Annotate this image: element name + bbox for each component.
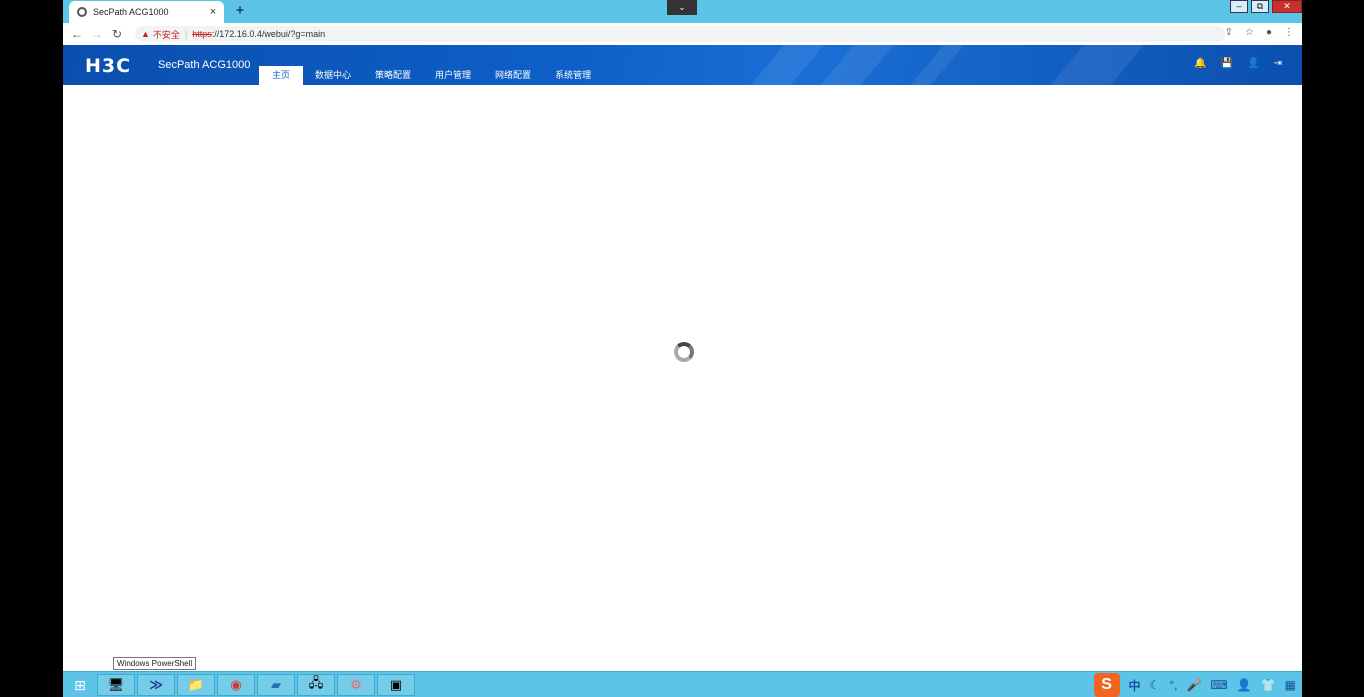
browser-tab-strip: SecPath ACG1000 × + ⌄ – ⧉ ✕ — [63, 0, 1302, 23]
taskbar-tooltip: Windows PowerShell — [113, 657, 197, 670]
globe-icon — [77, 7, 87, 17]
start-button[interactable]: ⊞ — [67, 674, 93, 696]
header-decoration — [893, 45, 973, 85]
remote-desktop-icon[interactable]: 🖧 — [297, 674, 335, 696]
header-actions: 🔔 💾 👤 ⇥ — [1194, 58, 1282, 69]
close-window-button[interactable]: ✕ — [1272, 0, 1302, 13]
bell-icon[interactable]: 🔔 — [1194, 58, 1206, 69]
tab-network-config[interactable]: 网络配置 — [483, 66, 543, 85]
shirt-icon[interactable]: 👕 — [1261, 678, 1276, 692]
main-nav: 主页 数据中心 策略配置 用户管理 网络配置 系统管理 — [259, 66, 603, 85]
h3c-logo: H3C — [85, 55, 132, 77]
tab-policy-config[interactable]: 策略配置 — [363, 66, 423, 85]
app-window-icon[interactable]: ▣ — [377, 674, 415, 696]
keyboard-icon[interactable]: ⌨ — [1210, 678, 1227, 692]
taskbar: ⊞ 🖥 ≫ 📁 ◉ ▰ 🖧 ⚙ ▣ S 中 ☾ °, 🎤 ⌨ 👤 👕 ▦ — [63, 671, 1302, 697]
toolbar-actions: ⇪ ☆ ● ⋮ — [1225, 27, 1294, 38]
logout-icon[interactable]: ⇥ — [1274, 58, 1282, 69]
chinese-input-icon[interactable]: 中 — [1129, 677, 1141, 694]
settings-app-icon[interactable]: ⚙ — [337, 674, 375, 696]
url-text: ://172.16.0.4/webui/?g=main — [211, 29, 326, 39]
user-tray-icon[interactable]: 👤 — [1237, 678, 1252, 692]
new-tab-button[interactable]: + — [231, 2, 249, 20]
chrome-icon[interactable]: ◉ — [217, 674, 255, 696]
grid-icon[interactable]: ▦ — [1285, 678, 1296, 692]
insecure-label[interactable]: 不安全 — [153, 28, 180, 41]
browser-toolbar: ← → ↻ ▲ 不安全 | https ://172.16.0.4/webui/… — [63, 23, 1302, 45]
bookmark-star-icon[interactable]: ☆ — [1245, 27, 1254, 38]
tab-data-center[interactable]: 数据中心 — [303, 66, 363, 85]
minimize-button[interactable]: – — [1230, 0, 1248, 13]
header-decoration — [1033, 45, 1153, 85]
product-name: SecPath ACG1000 — [158, 59, 251, 71]
restore-button[interactable]: ⧉ — [1251, 0, 1269, 13]
tab-home[interactable]: 主页 — [259, 66, 303, 85]
powershell-icon[interactable]: ≫ — [137, 674, 175, 696]
profile-icon[interactable]: ● — [1266, 27, 1272, 38]
url-scheme: https — [192, 29, 212, 39]
tab-system-management[interactable]: 系统管理 — [543, 66, 603, 85]
reload-button[interactable]: ↻ — [107, 27, 127, 41]
tab-search-button[interactable]: ⌄ — [667, 0, 697, 15]
share-icon[interactable]: ⇪ — [1225, 27, 1233, 38]
window-controls: – ⧉ ✕ — [1227, 0, 1302, 13]
header-decoration — [733, 45, 833, 85]
sogou-ime-icon[interactable]: S — [1093, 673, 1120, 697]
loading-spinner-icon — [674, 342, 694, 362]
forward-button[interactable]: → — [87, 27, 107, 41]
browser-menu-icon[interactable]: ⋮ — [1284, 27, 1294, 38]
tab-user-management[interactable]: 用户管理 — [423, 66, 483, 85]
punctuation-icon[interactable]: °, — [1169, 678, 1177, 692]
system-tray: S 中 ☾ °, 🎤 ⌨ 👤 👕 ▦ — [1093, 672, 1302, 697]
address-bar[interactable]: ▲ 不安全 | https ://172.16.0.4/webui/?g=mai… — [135, 26, 1225, 42]
screen: SecPath ACG1000 × + ⌄ – ⧉ ✕ ← → ↻ ▲ 不安全 … — [63, 0, 1302, 697]
tab-title: SecPath ACG1000 — [93, 7, 169, 17]
back-button[interactable]: ← — [67, 27, 87, 41]
microphone-icon[interactable]: 🎤 — [1186, 678, 1201, 692]
app-icon[interactable]: ▰ — [257, 674, 295, 696]
server-manager-icon[interactable]: 🖥 — [97, 674, 135, 696]
divider: | — [184, 29, 188, 39]
app-header: H3C SecPath ACG1000 主页 数据中心 策略配置 用户管理 网络… — [63, 45, 1302, 85]
user-icon[interactable]: 👤 — [1247, 58, 1259, 69]
moon-icon[interactable]: ☾ — [1150, 678, 1161, 692]
file-explorer-icon[interactable]: 📁 — [177, 674, 215, 696]
tab-close-icon[interactable]: × — [206, 6, 220, 18]
browser-tab[interactable]: SecPath ACG1000 × — [69, 1, 224, 23]
save-icon[interactable]: 💾 — [1221, 58, 1233, 69]
warning-icon[interactable]: ▲ — [141, 29, 150, 39]
